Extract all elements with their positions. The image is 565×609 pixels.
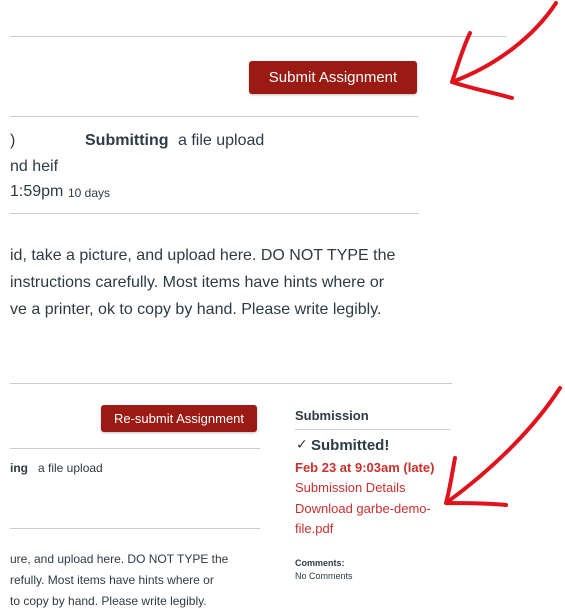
bottom-arrow-icon bbox=[444, 386, 562, 507]
description-line-1: id, take a picture, and upload here. DO … bbox=[10, 247, 396, 264]
resubmit-assignment-button[interactable]: Re-submit Assignment bbox=[101, 405, 257, 432]
file-types-fragment: nd heif bbox=[10, 158, 59, 175]
details-bottom-divider bbox=[10, 213, 419, 214]
bottom-description-line-3: to copy by hand. Please write legibly. bbox=[10, 594, 207, 608]
comments-value: No Comments bbox=[295, 571, 353, 581]
bottom-submitting-label: ing bbox=[10, 461, 28, 475]
top-divider bbox=[10, 36, 507, 37]
bottom-description-line-1: ure, and upload here. DO NOT TYPE the bbox=[10, 552, 229, 566]
submitting-label: Submitting bbox=[85, 132, 169, 149]
checkmark-icon: ✓ bbox=[296, 437, 308, 453]
submission-details-link[interactable]: Submission Details bbox=[295, 480, 406, 495]
submit-assignment-button[interactable]: Submit Assignment bbox=[249, 61, 417, 94]
download-file-link[interactable]: Download garbe-demo- bbox=[295, 501, 431, 516]
due-relative: 10 days bbox=[68, 186, 111, 200]
bottom-details-bottom-divider bbox=[10, 528, 260, 529]
download-file-link-cont[interactable]: file.pdf bbox=[295, 521, 333, 536]
bottom-details-top-divider bbox=[10, 448, 260, 449]
description-line-3: ve a printer, ok to copy by hand. Please… bbox=[10, 301, 382, 318]
submission-status: Submitted! bbox=[311, 437, 390, 454]
comments-label: Comments: bbox=[295, 558, 345, 568]
bottom-submitting-type: a file upload bbox=[38, 461, 103, 475]
details-top-divider bbox=[10, 116, 419, 117]
due-fragment: 1:59pm bbox=[10, 183, 64, 200]
description-line-2: instructions carefully. Most items have … bbox=[10, 274, 385, 291]
points-fragment: ) bbox=[10, 132, 16, 149]
submission-heading: Submission bbox=[295, 408, 369, 423]
submission-date: Feb 23 at 9:03am (late) bbox=[295, 460, 435, 475]
top-arrow-icon bbox=[450, 1, 558, 100]
submitting-type: a file upload bbox=[178, 132, 265, 149]
bottom-description-line-2: refully. Most items have hints where or bbox=[10, 573, 214, 587]
bottom-top-divider bbox=[10, 383, 452, 384]
submission-divider bbox=[295, 429, 450, 430]
